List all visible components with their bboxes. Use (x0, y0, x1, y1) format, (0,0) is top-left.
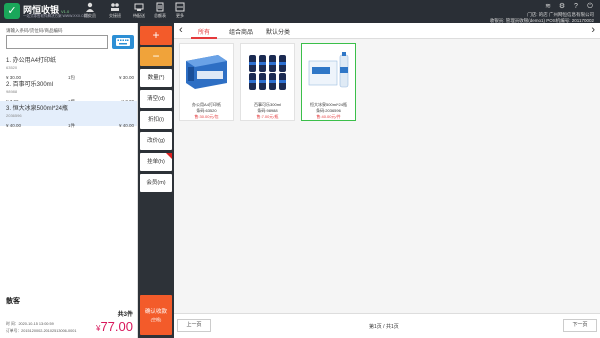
order-number: 订单号：2015120002-20102513006-0001 (6, 329, 77, 333)
nav-delivery[interactable]: 待配送 (129, 2, 149, 19)
settings-icon[interactable]: ⚙ (558, 3, 566, 11)
active-tab-indicator (191, 37, 217, 39)
change-price-button[interactable]: 改价(g) (140, 132, 172, 150)
paper-pack-image (183, 47, 230, 94)
member-button[interactable]: 会员(m) (140, 174, 172, 192)
cart-item-name: 1. 办公用A4打印纸 (6, 58, 57, 64)
hold-flag-icon (166, 153, 172, 159)
cart-item[interactable]: 2. 百事可乐300ml 98988 ¥ 7.00 1瓶 ¥ 7.00 (0, 77, 137, 104)
nav-handover[interactable]: 交接班 (105, 2, 125, 19)
confirm-payment-shortcut: (空格) (150, 317, 162, 322)
barcode-search-input[interactable] (6, 35, 108, 49)
cart-item-total: ¥ 40.00 (118, 123, 134, 128)
action-column: + − 数量(*) 清空(d) 折扣(i) 改价(g) 挂单(h) 会员(m) … (138, 23, 174, 338)
decrease-qty-button[interactable]: − (140, 47, 172, 66)
product-price: 售:40.00元/件 (316, 114, 341, 119)
nav-report[interactable]: 总额表 (150, 2, 170, 19)
nav-more[interactable]: 更多 (170, 2, 190, 19)
help-icon[interactable]: ? (572, 3, 580, 11)
discount-button[interactable]: 折扣(i) (140, 111, 172, 129)
customer-label[interactable]: 散客 (6, 296, 20, 306)
nav-delivery-label: 待配送 (133, 13, 145, 18)
cart-item-name: 2. 百事可乐300ml (6, 82, 54, 88)
user-icon (86, 2, 94, 12)
confirm-payment-button[interactable]: 确认收款 (空格) (140, 295, 172, 335)
keyboard-icon (116, 38, 130, 46)
grand-total-value: 77.00 (100, 319, 133, 334)
prev-page-button[interactable]: 上一页 (177, 319, 211, 332)
handover-icon (111, 3, 119, 11)
category-tabs: ‹ 所有 组合商品 默认分类 › (174, 23, 600, 39)
item-count: 共3件 (117, 312, 133, 318)
page-info: 第1页 / 共1页 (369, 324, 399, 330)
cart-item-price: ¥ 40.00 (6, 123, 22, 128)
report-icon (156, 2, 164, 12)
order-time: 时 间：2020-10-15 13:00:59 (6, 322, 54, 326)
nav-user-label: 提交员 (84, 13, 96, 18)
next-page-button[interactable]: 下一页 (563, 319, 597, 332)
grand-total: ¥77.00 (96, 319, 133, 334)
tab-all[interactable]: 所有 (198, 27, 210, 36)
order-meta: 时 间：2020-10-15 13:00:59 订单号：2015120002-2… (6, 321, 77, 335)
keyboard-button[interactable] (112, 35, 134, 49)
tabs-next-icon[interactable]: › (591, 25, 595, 36)
cart-panel: 请输入条码/货位码/商品编码 1. 办公用A4打印纸 63520 ¥ 30.00… (0, 23, 138, 338)
nav-report-label: 总额表 (154, 13, 166, 18)
product-price: 售:30.00元/包 (194, 114, 219, 119)
cart-item-qty: 1件 (68, 123, 76, 128)
pagination: 上一页 第1页 / 共1页 下一页 (174, 313, 600, 338)
hold-order-button[interactable]: 挂单(h) (140, 153, 172, 171)
tab-combo[interactable]: 组合商品 (229, 27, 253, 36)
product-card[interactable]: 办公用A4打印纸 条码:63520 售:30.00元/包 (179, 43, 234, 121)
search-hint: 请输入条码/货位码/商品编码 (6, 28, 63, 33)
cart-item-code: 63520 (6, 65, 18, 70)
tab-default[interactable]: 默认分类 (266, 27, 290, 36)
shop-info: 门店: 的店 广州网恒信息有限公司 收银员: 管理员收银(demo1) POS机… (490, 12, 594, 23)
product-area: ‹ 所有 组合商品 默认分类 › 办公用A4打印纸 条码:63520 售:30.… (174, 23, 600, 338)
more-icon (175, 2, 185, 12)
water-case-image (305, 47, 352, 94)
product-price: 售:7.00元/瓶 (256, 114, 279, 119)
product-card-selected[interactable]: 恒大冰泉500ml*24瓶 条码:2036596 售:40.00元/件 (301, 43, 356, 121)
top-bar: ✓ 网恒收银 V1.0 一站式零售软件解决方案 WWW.XXX.COM 提交员 交… (0, 0, 600, 23)
delivery-icon (134, 3, 144, 11)
nav-more-label: 更多 (176, 13, 184, 18)
tabs-prev-icon[interactable]: ‹ (179, 25, 183, 36)
cart-item-name: 3. 恒大冰泉500ml*24瓶 (6, 106, 69, 112)
cart-item[interactable]: 1. 办公用A4打印纸 63520 ¥ 30.00 1包 ¥ 30.00 (0, 53, 137, 80)
clear-button[interactable]: 清空(d) (140, 90, 172, 108)
product-card[interactable]: 百事可乐300ml 条码:98988 售:7.00元/瓶 (240, 43, 295, 121)
cart-item-code: 2036596 (6, 113, 22, 118)
nav-user[interactable]: 提交员 (80, 2, 100, 19)
cart-item-selected[interactable]: 3. 恒大冰泉500ml*24瓶 2036596 ¥ 40.00 1件 ¥ 40… (0, 101, 137, 128)
app-logo: ✓ (4, 3, 20, 19)
hold-order-label: 挂单(h) (147, 159, 165, 165)
window-controls: ≋ ⚙ ? ⏻ (544, 3, 594, 11)
nav-handover-label: 交接班 (109, 13, 121, 18)
increase-qty-button[interactable]: + (140, 26, 172, 45)
confirm-payment-label: 确认收款 (144, 309, 167, 315)
cola-bottles-image (244, 47, 291, 94)
quantity-button[interactable]: 数量(*) (140, 69, 172, 87)
cart-item-code: 98988 (6, 89, 18, 94)
wifi-icon: ≋ (545, 3, 551, 10)
power-icon[interactable]: ⏻ (586, 3, 594, 11)
